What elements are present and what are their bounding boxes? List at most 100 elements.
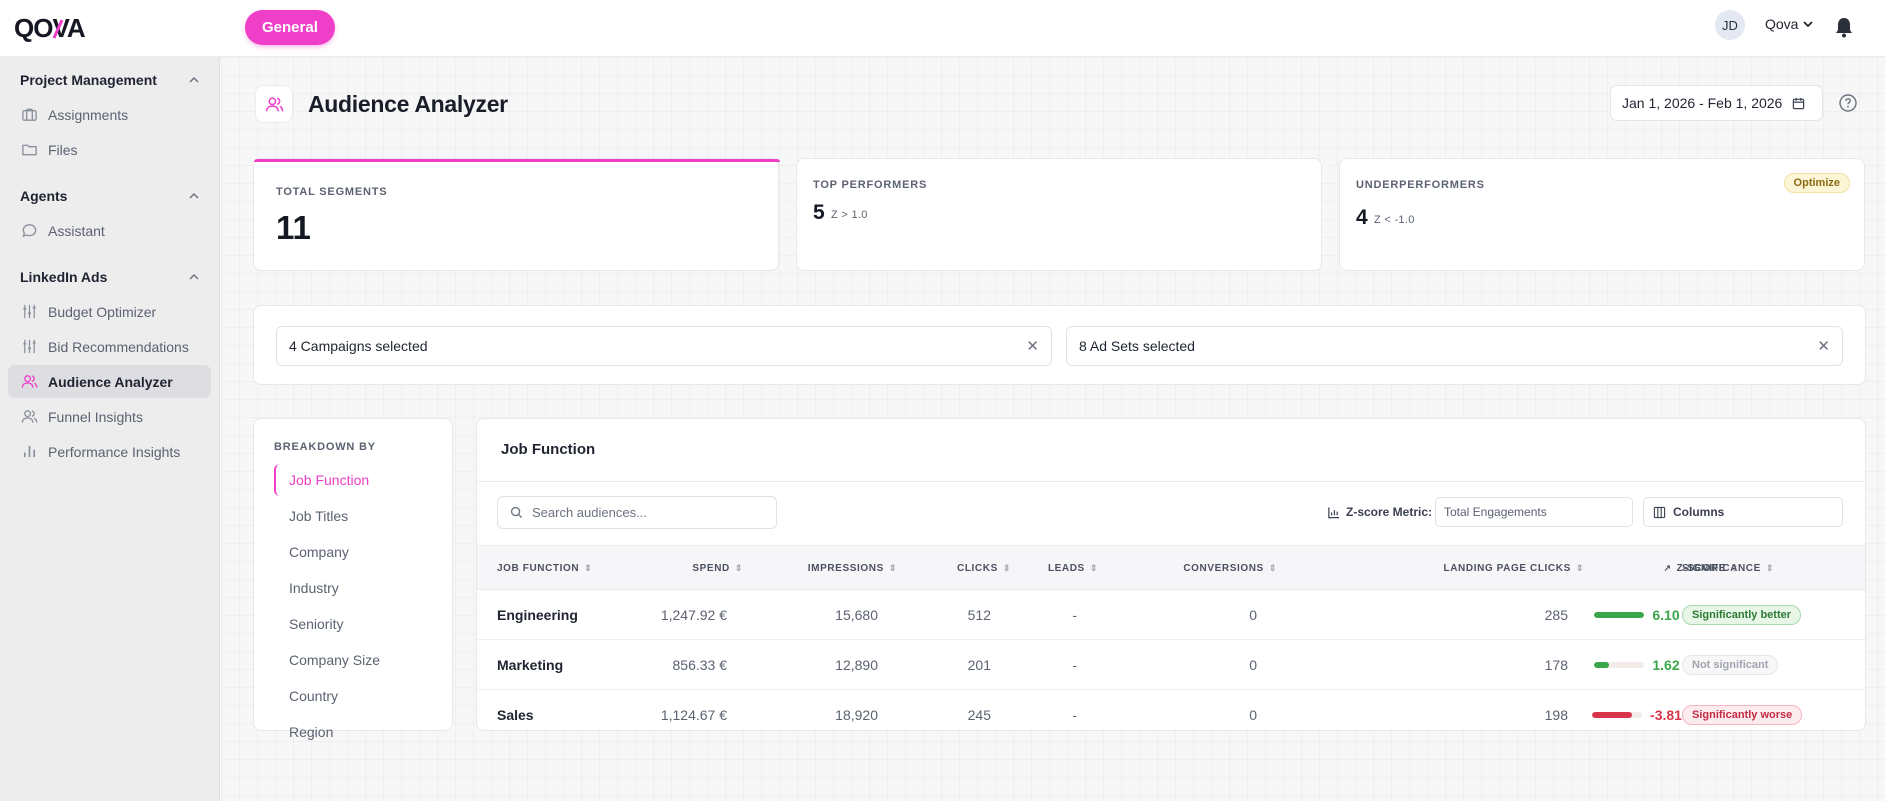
sidebar-item-label: Bid Recommendations bbox=[48, 338, 189, 355]
bar-chart-icon bbox=[1328, 506, 1340, 518]
sidebar-section-linkedin-ads[interactable]: LinkedIn Ads bbox=[20, 269, 200, 285]
column-header-landing-page-clicks[interactable]: LANDING PAGE CLICKS ⇕ bbox=[1277, 546, 1584, 591]
chevron-down-icon bbox=[1803, 21, 1814, 28]
users-icon bbox=[21, 375, 38, 388]
cell-significance: Significantly better bbox=[1682, 590, 1862, 640]
calendar-icon bbox=[1793, 97, 1805, 109]
campaigns-select[interactable]: 4 Campaigns selected ✕ bbox=[276, 326, 1052, 366]
table-row[interactable]: Marketing 856.33 € 12,890 201 - 0 178 1.62 Not s… bbox=[477, 640, 1865, 690]
sidebar-section-agents[interactable]: Agents bbox=[20, 188, 200, 204]
cell-clicks: 512 bbox=[967, 607, 991, 623]
breakdown-option-country[interactable]: Country bbox=[274, 680, 444, 712]
sidebar-item-performance-insights[interactable]: Performance Insights bbox=[8, 435, 211, 468]
breakdown-label: BREAKDOWN BY bbox=[274, 441, 376, 453]
sidebar-item-bid-recommendations[interactable]: Bid Recommendations bbox=[8, 330, 211, 363]
sort-icon: ⇕ bbox=[1089, 563, 1098, 573]
sidebar-section-project-management[interactable]: Project Management bbox=[20, 72, 200, 88]
users-icon bbox=[21, 410, 38, 423]
sidebar-item-label: Performance Insights bbox=[48, 443, 181, 460]
sort-icon: ⇕ bbox=[734, 563, 743, 573]
breakdown-panel: BREAKDOWN BY Job Function Job Titles Com… bbox=[253, 418, 453, 740]
accent-bar bbox=[254, 159, 780, 162]
breakdown-option-job-function[interactable]: Job Function bbox=[274, 464, 444, 496]
workspace-general-button[interactable]: General bbox=[245, 10, 335, 45]
briefcase-icon bbox=[22, 108, 37, 121]
z-score-bar bbox=[1592, 712, 1643, 718]
cell-z-score: 6.10 bbox=[1577, 590, 1697, 640]
sidebar: Project Management Assignments Files Age… bbox=[0, 57, 220, 801]
stat-card-underperformers: UNDERPERFORMERS Optimize 4 Z < -1.0 bbox=[1339, 158, 1865, 271]
z-score-bar bbox=[1594, 662, 1645, 668]
sidebar-item-funnel-insights[interactable]: Funnel Insights bbox=[8, 400, 211, 433]
column-header-impressions[interactable]: IMPRESSIONS ⇕ bbox=[747, 546, 897, 591]
sidebar-item-budget-optimizer[interactable]: Budget Optimizer bbox=[8, 295, 211, 328]
z-score-value: 6.10 bbox=[1652, 607, 1680, 623]
sidebar-item-label: Audience Analyzer bbox=[48, 373, 173, 390]
breakdown-option-region[interactable]: Region bbox=[274, 716, 444, 748]
cell-z-score: 1.62 bbox=[1577, 640, 1697, 690]
qova-logo[interactable]: QOVA bbox=[14, 14, 106, 42]
z-score-bar-fill bbox=[1592, 712, 1633, 718]
stat-value: 4 bbox=[1356, 206, 1368, 229]
breakdown-option-company[interactable]: Company bbox=[274, 536, 444, 568]
bell-icon[interactable] bbox=[1834, 16, 1854, 38]
column-header-clicks[interactable]: CLICKS ⇕ bbox=[927, 546, 1011, 591]
significance-badge: Significantly better bbox=[1682, 605, 1802, 625]
cell-job-function: Marketing bbox=[497, 657, 564, 673]
columns-button[interactable]: Columns bbox=[1643, 497, 1843, 527]
column-header-significance[interactable]: SIGNIFICANCE ⇕ bbox=[1682, 546, 1842, 591]
breakdown-option-seniority[interactable]: Seniority bbox=[274, 608, 444, 640]
org-selector[interactable]: Qova bbox=[1765, 16, 1814, 32]
sidebar-item-label: Assistant bbox=[48, 222, 105, 239]
stat-label: TOTAL SEGMENTS bbox=[276, 186, 388, 198]
optimize-badge[interactable]: Optimize bbox=[1783, 173, 1850, 193]
stat-value: 5 bbox=[813, 201, 825, 224]
z-score-value: -3.81 bbox=[1650, 707, 1682, 723]
sliders-icon bbox=[23, 304, 36, 319]
sliders-icon bbox=[23, 339, 36, 354]
bar-chart-icon bbox=[23, 445, 36, 458]
filters-card: 4 Campaigns selected ✕ 8 Ad Sets selecte… bbox=[253, 305, 1866, 385]
breakdown-option-job-titles[interactable]: Job Titles bbox=[274, 500, 444, 532]
cell-impressions: 15,680 bbox=[835, 607, 878, 623]
breakdown-option-company-size[interactable]: Company Size bbox=[274, 644, 444, 676]
sort-icon: ⇕ bbox=[888, 563, 897, 573]
svg-text:QOVA: QOVA bbox=[14, 14, 86, 42]
sidebar-item-label: Funnel Insights bbox=[48, 408, 143, 425]
search-input[interactable] bbox=[532, 505, 752, 520]
avatar[interactable]: JD bbox=[1715, 10, 1745, 40]
table-row[interactable]: Engineering 1,247.92 € 15,680 512 - 0 285 6.10 S… bbox=[477, 590, 1865, 640]
ad-sets-select-value: 8 Ad Sets selected bbox=[1079, 338, 1195, 354]
chevron-up-icon bbox=[189, 192, 199, 199]
clear-icon[interactable]: ✕ bbox=[1026, 337, 1039, 355]
date-range-picker[interactable]: Jan 1, 2026 - Feb 1, 2026 bbox=[1610, 85, 1823, 121]
column-header-conversions[interactable]: CONVERSIONS ⇕ bbox=[1117, 546, 1277, 591]
sort-icon: ⇕ bbox=[1765, 563, 1775, 573]
table-header: JOB FUNCTION ⇕ SPEND ⇕ IMPRESSIONS ⇕ CLICKS… bbox=[477, 545, 1865, 590]
breakdown-option-industry[interactable]: Industry bbox=[274, 572, 444, 604]
sidebar-item-assistant[interactable]: Assistant bbox=[8, 214, 211, 247]
column-header-leads[interactable]: LEADS ⇕ bbox=[1017, 546, 1098, 591]
stat-card-top-performers: TOP PERFORMERS 5 Z > 1.0 bbox=[796, 158, 1322, 271]
sort-active-icon: ↗ bbox=[1663, 563, 1672, 573]
column-header-job-function[interactable]: JOB FUNCTION ⇕ bbox=[497, 546, 617, 591]
z-score-bar-fill bbox=[1594, 612, 1645, 618]
stat-label: UNDERPERFORMERS bbox=[1356, 179, 1485, 191]
search-audiences[interactable] bbox=[497, 496, 777, 529]
table-row[interactable]: Sales 1,124.67 € 18,920 245 - 0 198 -3.81 Signif… bbox=[477, 690, 1865, 730]
date-range-text: Jan 1, 2026 - Feb 1, 2026 bbox=[1622, 95, 1783, 111]
sidebar-item-assignments[interactable]: Assignments bbox=[8, 98, 211, 131]
sidebar-item-files[interactable]: Files bbox=[8, 133, 211, 166]
cell-spend: 1,247.92 € bbox=[660, 607, 727, 623]
zscore-metric-select[interactable]: Total Engagements bbox=[1435, 497, 1633, 527]
column-header-spend[interactable]: SPEND ⇕ bbox=[637, 546, 743, 591]
cell-job-function: Sales bbox=[497, 707, 534, 723]
help-icon[interactable] bbox=[1837, 92, 1859, 114]
chat-bubble-icon bbox=[22, 224, 37, 238]
cell-significance: Not significant bbox=[1682, 640, 1862, 690]
users-icon bbox=[265, 96, 283, 111]
clear-icon[interactable]: ✕ bbox=[1817, 337, 1830, 355]
ad-sets-select[interactable]: 8 Ad Sets selected ✕ bbox=[1066, 326, 1843, 366]
org-name: Qova bbox=[1765, 16, 1799, 32]
sidebar-item-audience-analyzer[interactable]: Audience Analyzer bbox=[8, 365, 211, 398]
